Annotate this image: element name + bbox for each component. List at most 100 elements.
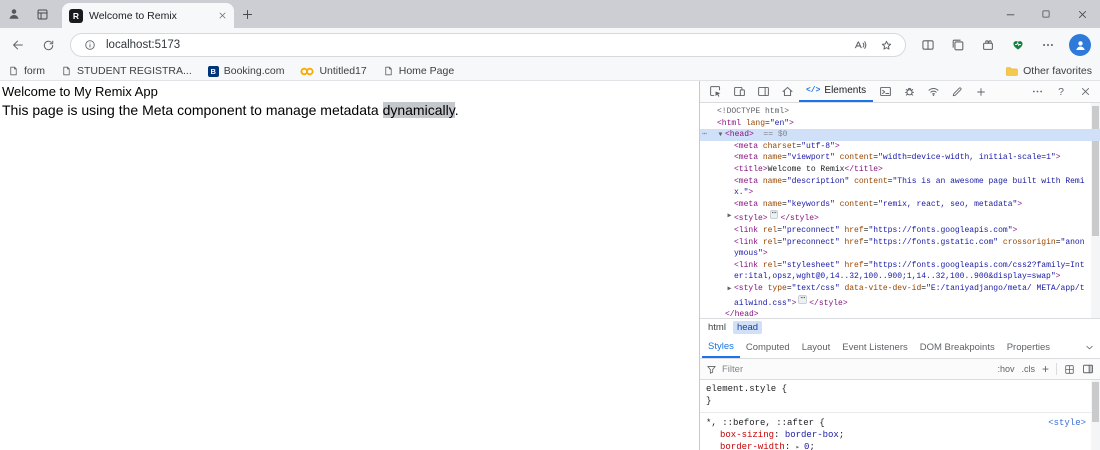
tab-close-icon[interactable]	[218, 11, 227, 20]
node-overflow-icon[interactable]: ⋯	[702, 129, 707, 141]
url-text[interactable]: localhost:5173	[106, 39, 180, 51]
dom-tree-node[interactable]: ⋯ ▼ <head> == $0	[700, 129, 1100, 141]
favorites-star-icon[interactable]	[876, 39, 896, 52]
bookmark-untitled17[interactable]: Untitled17	[300, 65, 367, 77]
panel-tab-computed[interactable]: Computed	[740, 336, 796, 358]
bookmark-home-page[interactable]: Home Page	[383, 65, 454, 77]
dom-tree-node[interactable]: <link rel="stylesheet" href="https://fon…	[700, 260, 1100, 283]
devtools-help-icon[interactable]: ?	[1049, 81, 1073, 102]
grid-overlay-icon[interactable]	[1064, 364, 1075, 375]
style-source-link[interactable]: <style>	[1048, 417, 1086, 429]
panel-tab-event-listeners[interactable]: Event Listeners	[836, 336, 913, 358]
panel-tab-properties[interactable]: Properties	[1001, 336, 1056, 358]
toggle-classes[interactable]: .cls	[1021, 364, 1035, 374]
title-bar: R Welcome to Remix	[0, 0, 1100, 28]
address-bar[interactable]: localhost:5173	[70, 33, 906, 57]
back-button[interactable]	[4, 31, 32, 59]
node-markup: <link rel="stylesheet" href="https://fon…	[734, 260, 1085, 282]
scrollbar-thumb[interactable]	[1092, 382, 1099, 422]
dom-tree-node[interactable]: </head>	[700, 309, 1100, 318]
panel-tab-dom-breakpoints[interactable]: DOM Breakpoints	[914, 336, 1001, 358]
css-line[interactable]: <style> *, ::before, ::after {	[700, 412, 1100, 429]
toggle-element-state[interactable]: :hov	[997, 364, 1014, 374]
maximize-button[interactable]	[1028, 0, 1064, 28]
bookmark-form[interactable]: form	[8, 65, 45, 77]
expand-arrow-icon[interactable]: ▼	[716, 129, 725, 141]
elements-tree: <!DOCTYPE html> <html lang="en"> ⋯ ▼ <head> …	[700, 103, 1100, 318]
node-markup: </head>	[725, 310, 759, 318]
arrow-spacer	[725, 237, 734, 260]
wifi-icon[interactable]	[921, 81, 945, 102]
pen-icon[interactable]	[945, 81, 969, 102]
close-window-button[interactable]	[1064, 0, 1100, 28]
more-tabs-plus-icon[interactable]	[969, 81, 993, 102]
dom-tree-node[interactable]: ▶ <style>⋯</style>	[700, 210, 1100, 225]
profile-icon[interactable]	[0, 0, 28, 28]
dom-tree-node[interactable]: <meta name="description" content="This i…	[700, 176, 1100, 199]
inline-expand-icon[interactable]: ⋯	[798, 294, 808, 304]
expand-arrow-icon[interactable]: ▶	[725, 283, 734, 309]
browser-tab[interactable]: R Welcome to Remix	[62, 3, 234, 28]
folder-icon	[1005, 65, 1018, 78]
tab-elements[interactable]: </> Elements	[799, 81, 874, 102]
bookmark-student-registra[interactable]: STUDENT REGISTRA...	[61, 65, 192, 77]
arrow-spacer	[725, 176, 734, 199]
console-icon[interactable]	[873, 81, 897, 102]
dom-tree-node[interactable]: <!DOCTYPE html>	[700, 106, 1100, 118]
other-favorites-button[interactable]: Other favorites	[1005, 65, 1092, 78]
dom-tree-node[interactable]: <title>Welcome to Remix</title>	[700, 164, 1100, 176]
collections-icon[interactable]	[944, 31, 972, 59]
panel-tab-layout[interactable]: Layout	[796, 336, 837, 358]
expand-arrow-icon[interactable]: ▶	[725, 210, 734, 225]
panel-tab-styles[interactable]: Styles	[702, 336, 740, 358]
node-markup: <title>Welcome to Remix</title>	[734, 164, 883, 174]
computed-panel-icon[interactable]	[1082, 363, 1094, 375]
read-aloud-icon[interactable]	[850, 38, 870, 52]
workspaces-icon[interactable]	[28, 0, 56, 28]
dom-tree-node[interactable]: <link rel="preconnect" href="https://fon…	[700, 237, 1100, 260]
new-tab-button[interactable]	[234, 0, 260, 28]
page-paragraph: This page is using the Meta component to…	[2, 101, 691, 119]
breadcrumb-html[interactable]: html	[704, 321, 730, 334]
browser-essentials-icon[interactable]	[1004, 31, 1032, 59]
node-markup: <meta name="viewport" content="width=dev…	[734, 153, 1061, 163]
styles-scrollbar[interactable]	[1091, 380, 1100, 450]
device-emulation-icon[interactable]	[727, 81, 751, 102]
welcome-home-icon[interactable]	[775, 81, 799, 102]
site-info-icon[interactable]	[80, 39, 100, 51]
bookmark-booking-com[interactable]: B Booking.com	[207, 65, 284, 77]
arrow-spacer	[725, 199, 734, 211]
devtools-panel: </> Elements ? <!DOCTYPE html> <html lan…	[699, 81, 1100, 450]
dom-tree-node[interactable]: <html lang="en">	[700, 118, 1100, 130]
devtools-more-options-icon[interactable]	[1025, 81, 1049, 102]
bookmark-label: Home Page	[398, 65, 455, 77]
dock-side-icon[interactable]	[751, 81, 775, 102]
css-line[interactable]: box-sizing: border-box;	[700, 429, 1100, 441]
styles-filter-bar: Filter :hov .cls +	[700, 359, 1100, 380]
css-line[interactable]: element.style {	[700, 383, 1100, 395]
breadcrumb-head[interactable]: head	[732, 321, 763, 334]
settings-more-icon[interactable]	[1034, 31, 1062, 59]
split-screen-icon[interactable]	[914, 31, 942, 59]
dom-tree-node[interactable]: <link rel="preconnect" href="https://fon…	[700, 225, 1100, 237]
inspect-icon[interactable]	[703, 81, 727, 102]
css-line[interactable]: border-width: ▸ 0;	[700, 441, 1100, 450]
minimize-button[interactable]	[992, 0, 1028, 28]
inline-expand-icon[interactable]: ⋯	[769, 210, 779, 220]
dom-tree-node[interactable]: <meta charset="utf-8">	[700, 141, 1100, 153]
dom-tree-node[interactable]: <meta name="keywords" content="remix, re…	[700, 199, 1100, 211]
bug-icon[interactable]	[897, 81, 921, 102]
extensions-icon[interactable]	[974, 31, 1002, 59]
node-markup: <style type="text/css" data-vite-dev-id=…	[734, 283, 1085, 308]
divider	[1056, 363, 1057, 375]
arrow-spacer	[708, 106, 717, 118]
dom-tree-node[interactable]: ▶ <style type="text/css" data-vite-dev-id…	[700, 283, 1100, 309]
filter-input[interactable]: Filter	[722, 364, 743, 375]
profile-avatar[interactable]	[1069, 34, 1091, 56]
devtools-close-icon[interactable]	[1073, 81, 1097, 102]
dom-tree-node[interactable]: <meta name="viewport" content="width=dev…	[700, 152, 1100, 164]
refresh-button[interactable]	[34, 31, 62, 59]
css-line[interactable]: }	[700, 395, 1100, 407]
new-style-rule-button[interactable]: +	[1042, 363, 1049, 375]
chevron-down-icon[interactable]	[1080, 342, 1098, 353]
